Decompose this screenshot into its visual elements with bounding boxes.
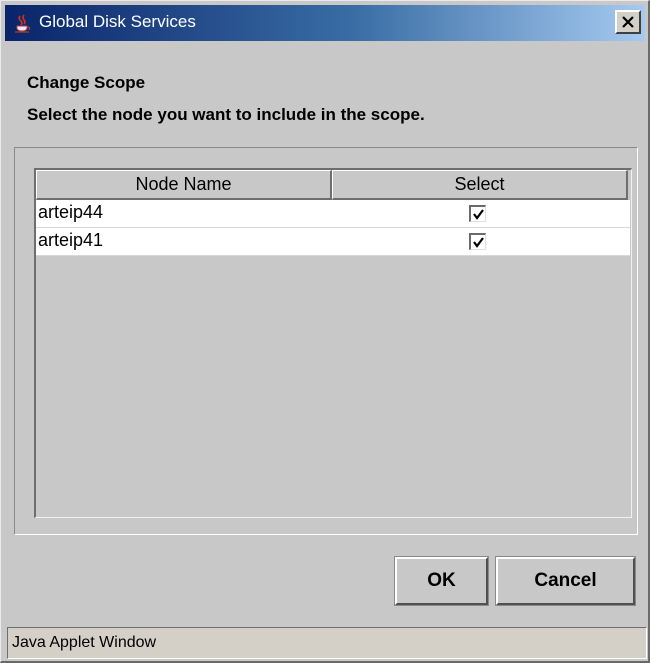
table-header: Node Name Select <box>36 170 630 200</box>
node-name-cell: arteip44 <box>38 202 104 222</box>
column-header-select[interactable]: Select <box>332 170 628 200</box>
dialog-window: Global Disk Services Change Scope Select… <box>0 0 650 663</box>
dialog-heading: Change Scope <box>27 73 146 92</box>
ok-button[interactable]: OK <box>394 556 489 606</box>
status-bar: Java Applet Window <box>7 627 647 659</box>
select-checkbox[interactable] <box>469 205 486 222</box>
dialog-instruction: Select the node you want to include in t… <box>27 105 425 124</box>
close-icon <box>622 16 634 28</box>
window-title: Global Disk Services <box>39 12 196 31</box>
node-name-cell: arteip41 <box>38 230 104 250</box>
checkmark-icon <box>473 209 484 220</box>
table-row[interactable]: arteip41 <box>36 228 630 256</box>
cancel-button[interactable]: Cancel <box>495 556 636 606</box>
node-panel: Node Name Select arteip44 arteip41 <box>14 147 638 535</box>
close-button[interactable] <box>615 10 641 34</box>
node-table: Node Name Select arteip44 arteip41 <box>34 168 632 518</box>
checkmark-icon <box>473 237 484 248</box>
table-row[interactable]: arteip44 <box>36 200 630 228</box>
column-header-node-name[interactable]: Node Name <box>36 170 332 200</box>
select-checkbox[interactable] <box>469 233 486 250</box>
title-bar[interactable]: Global Disk Services <box>5 5 645 41</box>
status-text: Java Applet Window <box>12 634 157 651</box>
java-coffee-icon <box>11 12 33 34</box>
